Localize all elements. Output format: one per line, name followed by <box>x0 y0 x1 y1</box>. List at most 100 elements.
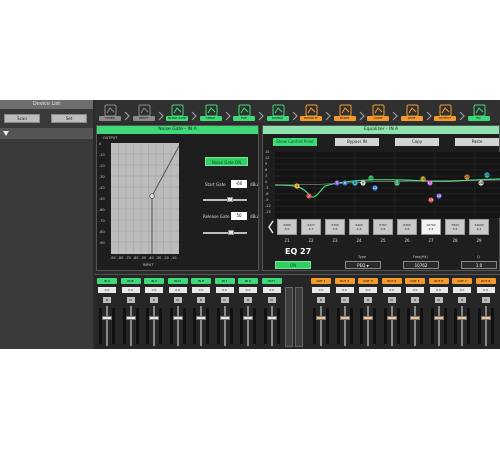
fader-knob[interactable] <box>339 316 350 320</box>
channel-gain-value[interactable]: 0.0 <box>192 287 210 293</box>
fader-knob[interactable] <box>433 316 444 320</box>
device-tree-root[interactable] <box>0 128 93 139</box>
toolbar-item-5[interactable]: MATRIX <box>266 101 290 122</box>
toolbar-item-0[interactable]: MIXER <box>98 101 122 122</box>
toolbar-item-8[interactable]: COMP <box>366 101 390 122</box>
inputs-channel-tag[interactable]: IN D <box>167 278 188 284</box>
mute-button[interactable]: M <box>481 297 490 303</box>
show-control-point-button[interactable]: Show Control Point <box>273 138 317 146</box>
fader-track[interactable] <box>129 306 132 346</box>
fader-knob[interactable] <box>102 316 112 320</box>
toolbar-item-11[interactable]: EQ <box>467 101 491 122</box>
eq-band-25[interactable]: 5767 0.5 <box>373 219 393 235</box>
eq-band-22[interactable]: 2477 4.7 <box>301 219 321 235</box>
eq-band-24[interactable]: 4400 0.3 <box>349 219 369 235</box>
toolbar-item-1[interactable]: INPUT <box>132 101 156 122</box>
channel-gain-value[interactable]: 0.0 <box>121 287 140 293</box>
inputs-channel-tag[interactable]: IN H <box>261 278 282 284</box>
fader-track[interactable] <box>367 306 369 346</box>
fader-track[interactable] <box>176 306 179 346</box>
fader-knob[interactable] <box>125 316 136 320</box>
toolbar-item-3[interactable]: TABLE <box>199 101 223 122</box>
channel-gain-value[interactable]: 0.0 <box>168 287 187 293</box>
mute-button[interactable]: M <box>267 297 276 303</box>
gate-transfer-graph[interactable] <box>111 143 180 254</box>
mute-button[interactable]: M <box>244 297 252 303</box>
eq-response-plot[interactable]: 1 2 5 6 8 9 10 12 13 16 17 19 18 25 28 2… <box>274 152 500 218</box>
fader-knob[interactable] <box>266 316 277 320</box>
expand-triangle-icon[interactable] <box>3 131 9 136</box>
fader-track[interactable] <box>390 306 393 346</box>
mute-button[interactable]: M <box>103 297 111 303</box>
noise-gate-on-button[interactable]: Noise Gate ON <box>205 157 248 166</box>
release-gate-input[interactable]: 50 <box>231 212 247 220</box>
outputs-channel-tag[interactable]: OUT 1 <box>311 278 331 284</box>
eq-band-29[interactable]: 14000 4.2 <box>469 219 489 235</box>
paste-button[interactable]: Paste <box>455 138 499 146</box>
start-gate-slider-knob[interactable] <box>227 197 233 202</box>
scan-button[interactable]: Scan <box>4 114 40 123</box>
channel-gain-value[interactable]: 0.0 <box>215 287 234 293</box>
toolbar-item-4[interactable]: EXP <box>232 101 256 122</box>
mute-button[interactable]: M <box>434 297 443 303</box>
fader-track[interactable] <box>106 306 108 346</box>
outputs-channel-tag[interactable]: OUT 8 <box>475 278 496 284</box>
q-input[interactable]: 1.0 <box>461 261 497 269</box>
outputs-channel-tag[interactable]: OUT 3 <box>358 278 378 284</box>
inputs-channel-tag[interactable]: IN F <box>214 278 235 284</box>
set-button[interactable]: Set <box>51 114 87 123</box>
outputs-channel-tag[interactable]: OUT 2 <box>334 278 355 284</box>
master-section-right[interactable] <box>295 287 303 347</box>
mute-button[interactable]: M <box>173 297 182 303</box>
inputs-channel-tag[interactable]: IN E <box>191 278 211 284</box>
release-gate-slider[interactable] <box>203 232 247 234</box>
band-on-button[interactable]: ON <box>275 261 311 269</box>
fader-knob[interactable] <box>219 316 230 320</box>
fader-track[interactable] <box>320 306 322 346</box>
outputs-channel-tag[interactable]: OUT 5 <box>405 278 425 284</box>
start-gate-input[interactable]: -60 <box>231 180 247 188</box>
outputs-channel-tag[interactable]: OUT 6 <box>428 278 449 284</box>
inputs-channel-tag[interactable]: IN C <box>144 278 164 284</box>
bypass-button[interactable]: Bypass IN <box>335 138 379 146</box>
fader-knob[interactable] <box>196 316 206 320</box>
mute-button[interactable]: M <box>197 297 205 303</box>
channel-gain-value[interactable]: 0.0 <box>406 287 424 293</box>
fader-track[interactable] <box>153 306 155 346</box>
toolbar-item-7[interactable]: MIXER <box>333 101 357 122</box>
channel-gain-value[interactable]: 0.0 <box>382 287 401 293</box>
fader-knob[interactable] <box>386 316 397 320</box>
copy-button[interactable]: Copy <box>395 138 439 146</box>
eq-band-21[interactable]: 2000 3.0 <box>277 219 297 235</box>
outputs-channel-tag[interactable]: OUT 7 <box>452 278 472 284</box>
outputs-channel-tag[interactable]: OUT 4 <box>381 278 402 284</box>
toolbar-item-9[interactable]: LIMIT <box>400 101 424 122</box>
inputs-channel-tag[interactable]: IN A <box>97 278 117 284</box>
master-section-left[interactable] <box>285 287 293 347</box>
fader-knob[interactable] <box>410 316 420 320</box>
inputs-channel-tag[interactable]: IN G <box>238 278 258 284</box>
eq-band-26[interactable]: 6300 3.6 <box>397 219 417 235</box>
eq-band-23[interactable]: 3700 3.6 <box>325 219 345 235</box>
mute-button[interactable]: M <box>411 297 419 303</box>
fader-knob[interactable] <box>149 316 159 320</box>
channel-gain-value[interactable]: 0.0 <box>453 287 471 293</box>
mute-button[interactable]: M <box>220 297 229 303</box>
mute-button[interactable]: M <box>150 297 158 303</box>
eq-band-28[interactable]: 7844 5.5 <box>445 219 465 235</box>
channel-gain-value[interactable]: 0.0 <box>476 287 495 293</box>
eq-band-27[interactable]: 10762 2.5 <box>421 219 441 235</box>
fader-knob[interactable] <box>457 316 467 320</box>
fader-knob[interactable] <box>243 316 253 320</box>
channel-gain-value[interactable]: 0.0 <box>239 287 257 293</box>
fader-track[interactable] <box>461 306 463 346</box>
fader-track[interactable] <box>270 306 273 346</box>
type-select[interactable]: PEQ ▼ <box>345 261 381 269</box>
mute-button[interactable]: M <box>364 297 372 303</box>
channel-gain-value[interactable]: 0.0 <box>359 287 377 293</box>
channel-gain-value[interactable]: 0.0 <box>262 287 281 293</box>
channel-gain-value[interactable]: 0.0 <box>429 287 448 293</box>
mute-button[interactable]: M <box>387 297 396 303</box>
fader-knob[interactable] <box>172 316 183 320</box>
fader-track[interactable] <box>247 306 249 346</box>
